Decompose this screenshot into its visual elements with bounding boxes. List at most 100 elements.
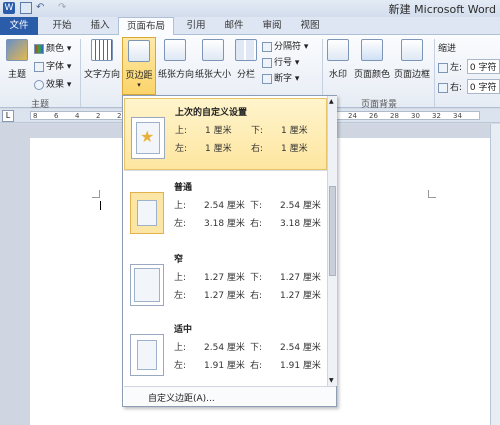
breaks-button[interactable]: 分隔符 ▾ [262, 39, 308, 52]
custom-margins-item[interactable]: 自定义边距(A)... [124, 386, 336, 406]
left-value: 1.27 厘米 [204, 291, 245, 301]
left-label: 左: [174, 361, 187, 371]
orientation-button[interactable]: 纸张方向 [158, 39, 194, 80]
ruler-mark: 8 [33, 112, 38, 120]
group-divider [434, 39, 435, 107]
left-label: 左: [174, 219, 187, 229]
indent-title: 缩进 [438, 44, 457, 54]
tab-page-layout[interactable]: 页面布局 [118, 17, 174, 36]
tab-file[interactable]: 文件 [0, 17, 38, 35]
top-value: 2.54 厘米 [204, 343, 245, 353]
margins-dropdown: 上次的自定义设置 ★ 上: 1 厘米 下: 1 厘米 左: 1 厘米 右: 1 厘米 普通 上: 2.5… [122, 95, 337, 407]
word-logo-icon[interactable]: W [3, 2, 15, 14]
indent-left-input[interactable]: 0 字符 [466, 59, 500, 74]
bottom-label: 下: [250, 343, 263, 353]
ribbon-tabs: 文件 开始 插入 页面布局 引用 邮件 审阅 视图 [0, 17, 500, 36]
columns-icon [235, 39, 257, 61]
left-value: 1.91 厘米 [204, 361, 245, 371]
margin-preview-inner [137, 200, 157, 226]
right-value: 1 厘米 [281, 144, 308, 154]
ruler-mark: 6 [54, 112, 59, 120]
themes-icon [6, 39, 28, 61]
columns-button[interactable]: 分栏 [234, 39, 258, 80]
top-label: 上: [174, 201, 187, 211]
margins-icon [128, 40, 150, 62]
vertical-scrollbar[interactable] [490, 124, 500, 425]
themes-button[interactable]: 主题 [4, 39, 30, 80]
right-value: 3.18 厘米 [280, 219, 321, 229]
page-color-icon [361, 39, 383, 61]
paper-size-icon [202, 39, 224, 61]
dropdown-scroll-thumb[interactable] [329, 186, 336, 276]
window-title: 新建 Microsoft Word [388, 3, 496, 16]
colors-button[interactable]: 颜色 ▾ [34, 41, 71, 54]
margin-preview-icon [130, 264, 164, 306]
right-label: 右: [250, 219, 263, 229]
dropdown-scrollbar[interactable]: ▲ ▼ [327, 96, 337, 386]
bottom-label: 下: [250, 201, 263, 211]
indent-right-row: 右: 0 字符 [438, 79, 500, 94]
ruler-mark: 28 [390, 112, 399, 120]
tab-insert[interactable]: 插入 [82, 17, 118, 35]
star-icon: ★ [140, 127, 155, 146]
tab-review[interactable]: 审阅 [254, 17, 290, 35]
top-value: 1 厘米 [205, 126, 232, 136]
right-label: 右: [251, 144, 264, 154]
ruler-mark: 2 [117, 112, 122, 120]
tab-selector-button[interactable]: L [2, 110, 14, 122]
scroll-up-icon[interactable]: ▲ [329, 98, 334, 105]
page-color-button[interactable]: 页面颜色 [352, 39, 392, 80]
bottom-label: 下: [250, 273, 263, 283]
indent-right-input[interactable]: 0 字符 [466, 79, 500, 94]
redo-icon[interactable]: ↷ [58, 2, 70, 14]
bottom-value: 1 厘米 [281, 126, 308, 136]
save-icon[interactable] [20, 2, 32, 14]
bottom-label: 下: [251, 126, 264, 136]
left-label: 左: [174, 291, 187, 301]
right-label: 右: [250, 291, 263, 301]
margin-preview-icon: ★ [131, 117, 165, 159]
left-value: 1 厘米 [205, 144, 232, 154]
scroll-down-icon[interactable]: ▼ [329, 377, 334, 384]
margin-preview-icon [130, 192, 164, 234]
indent-left-row: 左: 0 字符 [438, 59, 500, 74]
top-label: 上: [175, 126, 188, 136]
margin-option-name: 适中 [174, 325, 193, 335]
margin-preview-inner [134, 268, 160, 302]
tab-mailings[interactable]: 邮件 [216, 17, 252, 35]
tab-home[interactable]: 开始 [44, 17, 80, 35]
margin-option[interactable]: 窄上: 1.27 厘米 下: 1.27 厘米 左: 1.27 厘米 右: 1.27 厘米 [124, 246, 327, 318]
margin-option[interactable]: 上次的自定义设置 ★ 上: 1 厘米 下: 1 厘米 左: 1 厘米 右: 1 厘米 [124, 98, 327, 170]
tab-view[interactable]: 视图 [292, 17, 328, 35]
margins-button[interactable]: 页边距 ▾ [122, 37, 156, 95]
size-button[interactable]: 纸张大小 [194, 39, 232, 80]
page-borders-button[interactable]: 页面边框 [392, 39, 432, 80]
effects-button[interactable]: 效果 ▾ [34, 77, 71, 90]
tab-references[interactable]: 引用 [178, 17, 214, 35]
indent-left-icon [438, 62, 448, 73]
hyphenation-button[interactable]: 断字 ▾ [262, 71, 299, 84]
themes-label: 主题 [7, 70, 26, 80]
margin-option-name: 窄 [174, 255, 184, 265]
watermark-button[interactable]: 水印 [326, 39, 350, 80]
bottom-value: 2.54 厘米 [280, 201, 321, 211]
colors-icon [34, 43, 44, 54]
ruler-mark: 32 [432, 112, 441, 120]
margin-corner-mark [428, 190, 436, 198]
margin-option[interactable]: 普通 上: 2.54 厘米 下: 2.54 厘米 左: 3.18 厘米 右: 3.18 厘米 [124, 174, 327, 246]
margin-option[interactable]: 适中 上: 2.54 厘米 下: 2.54 厘米 左: 1.91 厘米 右: 1.91 厘米 [124, 316, 327, 388]
line-numbers-button[interactable]: 行号 ▾ [262, 55, 299, 68]
top-value: 1.27 厘米 [204, 273, 245, 283]
top-label: 上: [174, 343, 187, 353]
indent-right-icon [438, 82, 448, 93]
fonts-button[interactable]: 字体 ▾ [34, 59, 71, 72]
hyphenation-icon [262, 73, 272, 84]
margin-corner-mark [92, 190, 100, 198]
undo-icon[interactable]: ↶ [36, 2, 48, 14]
top-label: 上: [174, 273, 187, 283]
page-borders-icon [401, 39, 423, 61]
ruler-mark: 24 [348, 112, 357, 120]
ruler-mark: 2 [96, 112, 101, 120]
breaks-icon [262, 41, 272, 52]
text-direction-button[interactable]: 文字方向 [84, 39, 120, 80]
